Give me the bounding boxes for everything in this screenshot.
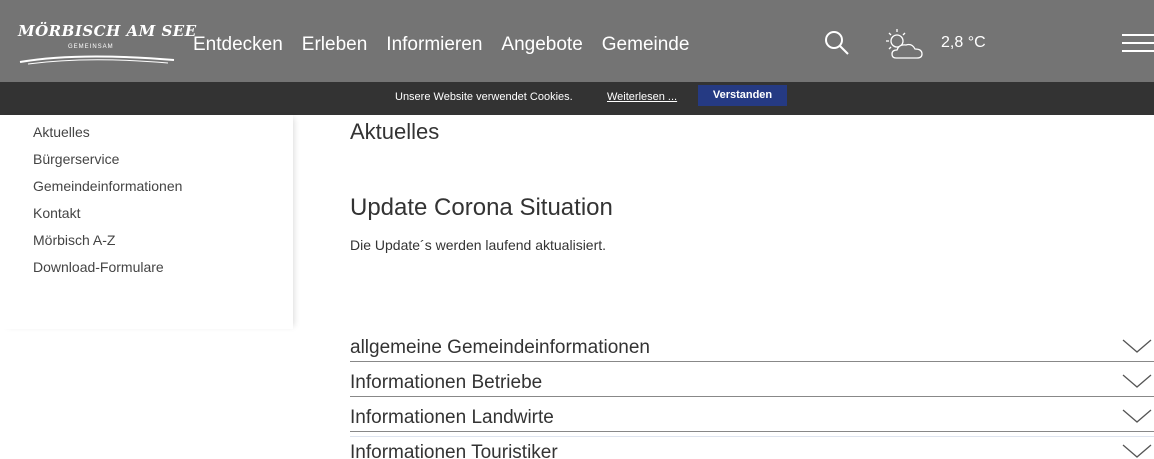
sidebar-item-download-formulare[interactable]: Download-Formulare (33, 259, 164, 275)
nav-item-informieren[interactable]: Informieren (386, 34, 482, 58)
logo-text: MÖRBISCH AM SEE (18, 22, 197, 40)
cookie-read-more-link[interactable]: Weiterlesen ... (607, 91, 677, 103)
page-title: Aktuelles (350, 119, 440, 144)
top-navigation-bar: MÖRBISCH AM SEE GEMEINSAM Entdecken Erle… (0, 0, 1154, 82)
logo-swoosh-icon (19, 55, 175, 65)
nav-item-angebote[interactable]: Angebote (501, 34, 582, 58)
sidebar-item-kontakt[interactable]: Kontakt (33, 205, 80, 221)
accordion-item-informationen-betriebe[interactable]: Informationen Betriebe (350, 365, 1154, 397)
sidebar-item-buergerservice[interactable]: Bürgerservice (33, 151, 119, 167)
main-navigation: Entdecken Erleben Informieren Angebote G… (193, 34, 708, 58)
cookie-message: Unsere Website verwendet Cookies. (395, 91, 573, 103)
accordion-item-informationen-touristiker[interactable]: Informationen Touristiker (350, 435, 1154, 459)
section-text: Die Update´s werden laufend aktualisiert… (350, 237, 607, 253)
nav-item-entdecken[interactable]: Entdecken (193, 34, 283, 58)
cookie-banner: Unsere Website verwendet Cookies. Weiter… (0, 82, 1154, 115)
cookie-accept-button[interactable]: Verstanden (698, 85, 787, 106)
chevron-down-icon (1122, 339, 1152, 353)
accordion-item-allgemeine-gemeindeinformationen[interactable]: allgemeine Gemeindeinformationen (350, 330, 1154, 362)
sidebar-item-gemeindeinformationen[interactable]: Gemeindeinformationen (33, 178, 182, 194)
nav-item-gemeinde[interactable]: Gemeinde (602, 34, 690, 58)
partly-sunny-icon (886, 29, 923, 59)
chevron-down-icon (1122, 374, 1152, 388)
accordion-label: allgemeine Gemeindeinformationen (350, 337, 650, 358)
accordion-item-informationen-landwirte[interactable]: Informationen Landwirte (350, 400, 1154, 432)
temperature-readout: 2,8 °C (941, 34, 986, 51)
chevron-down-icon (1122, 444, 1152, 458)
nav-item-erleben[interactable]: Erleben (302, 34, 368, 58)
sidebar-item-moerbisch-a-z[interactable]: Mörbisch A-Z (33, 232, 115, 248)
sidebar-item-aktuelles[interactable]: Aktuelles (33, 124, 90, 140)
chevron-down-icon (1122, 409, 1152, 423)
search-icon[interactable] (824, 30, 850, 56)
site-logo[interactable]: MÖRBISCH AM SEE GEMEINSAM (18, 16, 196, 72)
section-title: Update Corona Situation (350, 194, 613, 221)
hamburger-menu-icon[interactable] (1122, 34, 1154, 54)
accordion-label: Informationen Touristiker (350, 442, 558, 459)
accordion-label: Informationen Landwirte (350, 407, 554, 428)
accordion-label: Informationen Betriebe (350, 372, 543, 393)
sidebar: Aktuelles Bürgerservice Gemeindeinformat… (0, 115, 293, 329)
